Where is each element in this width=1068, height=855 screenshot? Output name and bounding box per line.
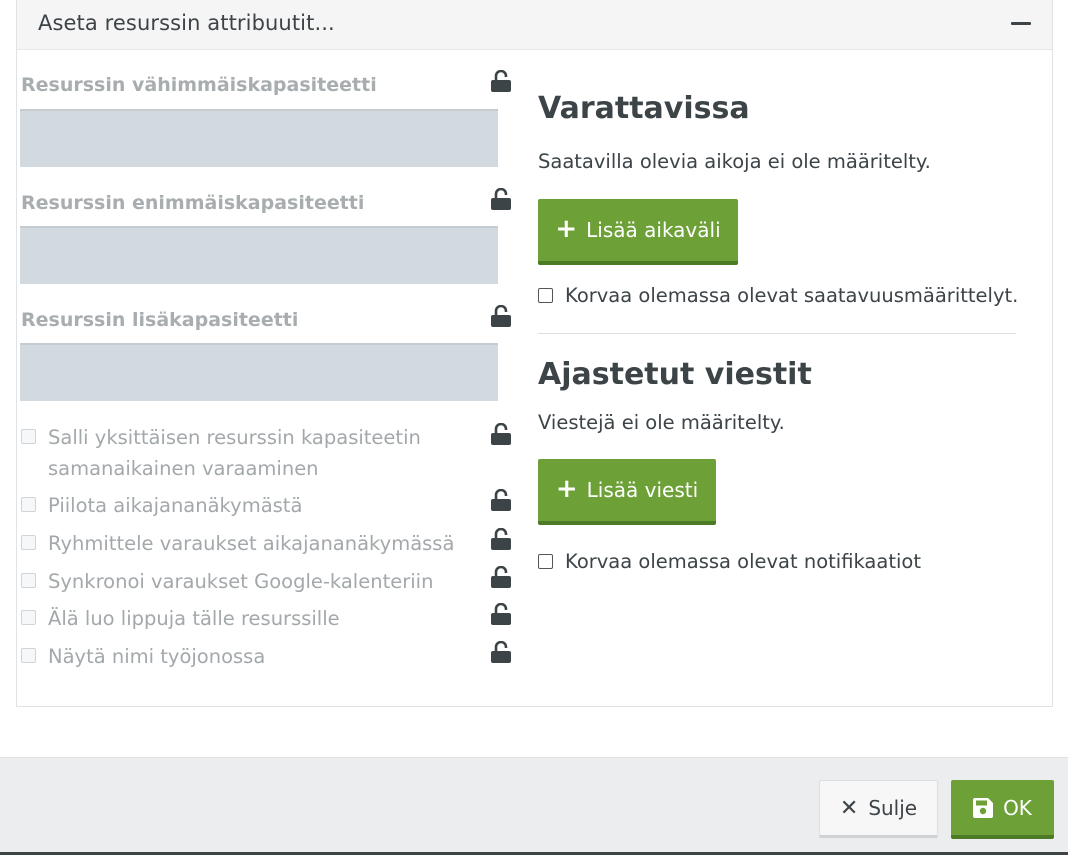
min-capacity-input[interactable] [20,109,498,167]
group-timeline-checkbox[interactable] [21,535,36,550]
availability-title: Varattavissa [538,91,750,126]
hide-timeline-checkbox[interactable] [21,497,36,512]
unlock-icon[interactable] [491,70,511,92]
max-capacity-input[interactable] [20,226,498,284]
panel-title: Aseta resurssin attribuutit... [38,11,335,35]
messages-empty-text: Viestejä ei ole määritelty. [538,411,785,434]
show-name-queue-checkbox[interactable] [21,648,36,663]
checkbox-label: Synkronoi varaukset Google-kalenteriin [48,570,434,593]
checkbox-label: Salli yksittäisen resurssin kapasiteetin [48,426,421,449]
add-message-label: Lisää viesti [586,478,699,502]
unlock-icon[interactable] [491,528,511,550]
unlock-icon[interactable] [491,489,511,511]
add-time-range-button[interactable]: + Lisää aikaväli [538,199,738,265]
replace-availability-label: Korvaa olemassa olevat saatavuusmääritte… [565,284,1019,307]
checkbox-row-hide-timeline[interactable]: Piilota aikajananäkymästä [21,490,491,521]
add-time-range-label: Lisää aikaväli [586,218,721,242]
add-message-button[interactable]: + Lisää viesti [538,459,716,525]
checkbox-row-google-sync[interactable]: Synkronoi varaukset Google-kalenteriin [21,566,491,597]
no-tickets-checkbox[interactable] [21,610,36,625]
checkbox-row-simultaneous-booking[interactable]: Salli yksittäisen resurssin kapasiteetin… [21,422,491,484]
close-label: Sulje [868,796,918,820]
plus-icon: + [555,214,578,244]
close-button[interactable]: ✕ Sulje [819,780,938,838]
replace-availability-checkbox[interactable] [538,288,553,303]
save-icon [973,797,994,818]
unlock-icon[interactable] [491,423,511,445]
close-icon: ✕ [839,795,859,821]
unlock-icon[interactable] [491,603,511,625]
checkbox-label: Älä luo lippuja tälle resurssille [48,607,340,630]
extra-capacity-input[interactable] [20,343,498,401]
replace-notifications-checkbox[interactable] [538,554,553,569]
checkbox-row-group-timeline[interactable]: Ryhmittele varaukset aikajananäkymässä [21,528,491,559]
unlock-icon[interactable] [491,566,511,588]
extra-capacity-label: Resurssin lisäkapasiteetti [21,309,299,331]
min-capacity-label: Resurssin vähimmäiskapasiteetti [21,74,377,96]
availability-empty-text: Saatavilla olevia aikoja ei ole määritel… [538,150,931,173]
minus-icon[interactable] [1011,22,1031,25]
max-capacity-label: Resurssin enimmäiskapasiteetti [21,192,365,214]
checkbox-label: Näytä nimi työjonossa [48,645,266,668]
dialog-footer: ✕ Sulje OK [0,757,1068,855]
unlock-icon[interactable] [491,641,511,663]
ok-label: OK [1003,795,1032,820]
checkbox-label: Piilota aikajananäkymästä [48,494,303,517]
checkbox-label-line2: samanaikainen varaaminen [48,457,319,480]
checkbox-row-no-tickets[interactable]: Älä luo lippuja tälle resurssille [21,603,491,634]
unlock-icon[interactable] [491,305,511,327]
replace-notifications-label: Korvaa olemassa olevat notifikaatiot [565,550,921,573]
section-divider [538,333,1016,334]
checkbox-label: Ryhmittele varaukset aikajananäkymässä [48,532,455,555]
unlock-icon[interactable] [491,188,511,210]
checkbox-row-show-name-queue[interactable]: Näytä nimi työjonossa [21,641,491,672]
panel-header[interactable]: Aseta resurssin attribuutit... [17,0,1052,50]
scheduled-messages-title: Ajastetut viestit [538,357,812,392]
ok-button[interactable]: OK [951,780,1054,839]
simultaneous-booking-checkbox[interactable] [21,429,36,444]
plus-icon: + [555,474,578,504]
google-sync-checkbox[interactable] [21,573,36,588]
